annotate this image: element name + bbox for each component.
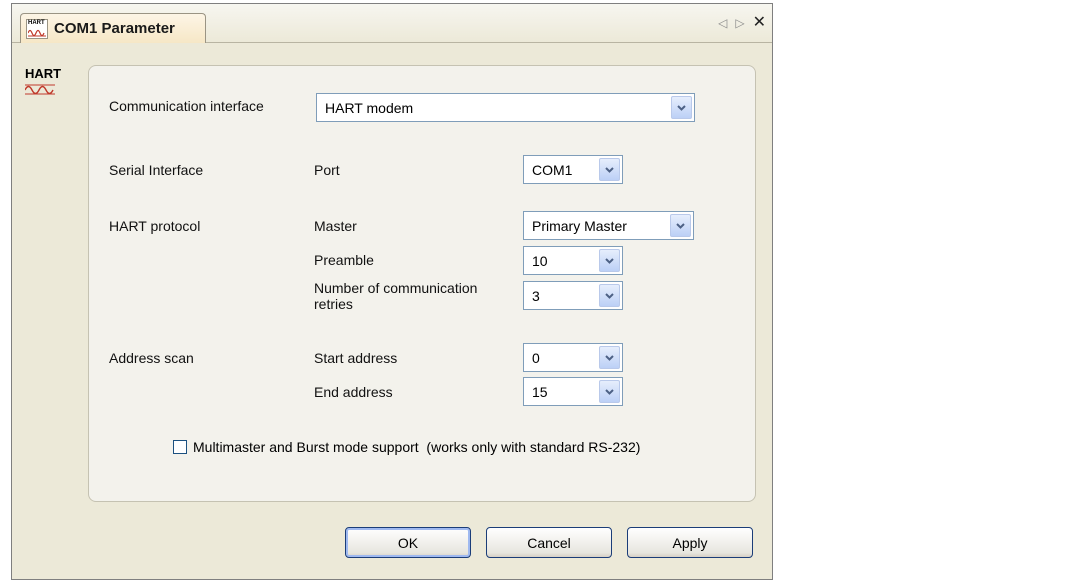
preamble-value: 10: [532, 253, 548, 269]
hart-wave-icon: [24, 84, 55, 95]
hart-logo: HART: [24, 67, 61, 107]
communication-interface-label: Communication interface: [109, 98, 264, 114]
retries-value: 3: [532, 288, 540, 304]
multimaster-option[interactable]: Multimaster and Burst mode support (work…: [173, 439, 640, 455]
multimaster-checkbox[interactable]: [173, 440, 187, 454]
master-value: Primary Master: [532, 218, 627, 234]
tab-title: COM1 Parameter: [54, 20, 175, 37]
communication-interface-value: HART modem: [325, 100, 414, 116]
chevron-down-icon[interactable]: [599, 346, 620, 369]
end-address-value: 15: [532, 384, 548, 400]
chevron-down-icon[interactable]: [599, 380, 620, 403]
close-icon[interactable]: ✕: [753, 15, 766, 31]
retries-label: Number of communication retries: [314, 280, 478, 312]
serial-interface-label: Serial Interface: [109, 162, 204, 178]
tab-navigation: ◁ ▷ ✕: [718, 15, 766, 31]
retries-select[interactable]: 3: [523, 281, 623, 310]
end-address-label: End address: [314, 384, 393, 400]
cancel-button[interactable]: Cancel: [486, 527, 612, 558]
start-address-value: 0: [532, 350, 540, 366]
tab-bar: HART COM1 Parameter ◁ ▷ ✕: [12, 4, 772, 43]
tab-com1-parameter[interactable]: HART COM1 Parameter: [20, 13, 206, 43]
chevron-down-icon[interactable]: [599, 284, 620, 307]
multimaster-label: Multimaster and Burst mode support (work…: [193, 439, 641, 455]
port-label: Port: [314, 162, 340, 178]
preamble-label: Preamble: [314, 252, 374, 268]
com1-parameter-window: HART COM1 Parameter ◁ ▷ ✕ HART Communica…: [11, 3, 773, 580]
chevron-down-icon[interactable]: [671, 96, 692, 119]
master-label: Master: [314, 218, 357, 234]
start-address-select[interactable]: 0: [523, 343, 623, 372]
chevron-down-icon[interactable]: [599, 249, 620, 272]
end-address-select[interactable]: 15: [523, 377, 623, 406]
hart-tab-icon: HART: [26, 18, 48, 39]
start-address-label: Start address: [314, 350, 398, 366]
hart-protocol-label: HART protocol: [109, 218, 201, 234]
tab-previous-icon[interactable]: ◁: [718, 16, 727, 30]
chevron-down-icon[interactable]: [670, 214, 691, 237]
preamble-select[interactable]: 10: [523, 246, 623, 275]
chevron-down-icon[interactable]: [599, 158, 620, 181]
apply-button[interactable]: Apply: [627, 527, 753, 558]
port-select[interactable]: COM1: [523, 155, 623, 184]
parameter-panel: Communication interface HART modem Seria…: [88, 65, 756, 502]
ok-button[interactable]: OK: [345, 527, 471, 558]
address-scan-label: Address scan: [109, 350, 194, 366]
tab-next-icon[interactable]: ▷: [735, 16, 744, 30]
port-value: COM1: [532, 162, 573, 178]
master-select[interactable]: Primary Master: [523, 211, 694, 240]
communication-interface-select[interactable]: HART modem: [316, 93, 695, 122]
